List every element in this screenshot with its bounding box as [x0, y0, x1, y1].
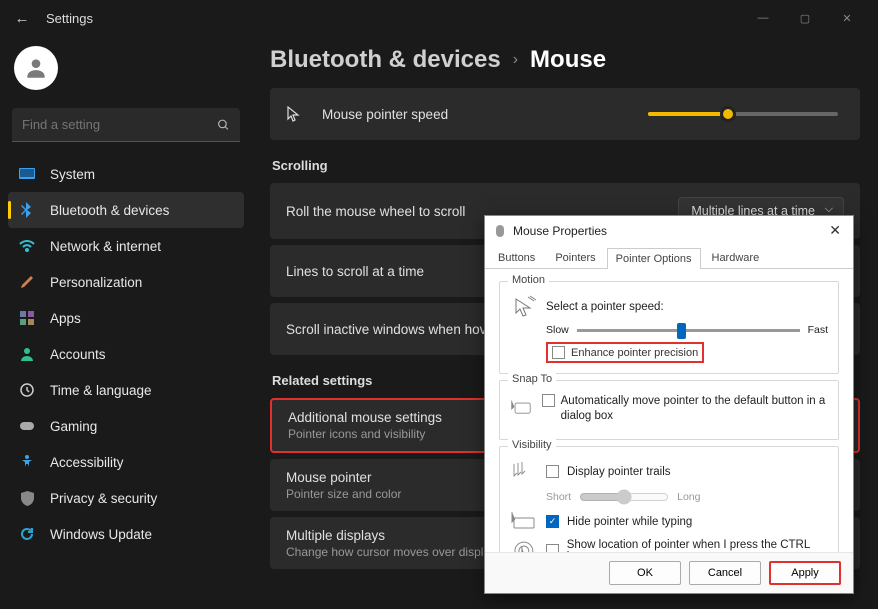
wifi-icon — [18, 237, 36, 255]
dialog-titlebar: Mouse Properties ✕ — [485, 216, 853, 245]
hide-typing-checkbox[interactable]: ✓ — [546, 515, 559, 528]
tab-pointers[interactable]: Pointers — [546, 247, 604, 268]
snap-icon — [510, 397, 534, 421]
profile[interactable] — [8, 42, 244, 104]
enhance-precision-checkbox[interactable] — [552, 346, 565, 359]
avatar — [14, 46, 58, 90]
window-title: Settings — [46, 11, 93, 26]
pointer-speed-card: Mouse pointer speed — [270, 88, 860, 140]
search-box[interactable] — [12, 108, 240, 142]
window-controls: ― ▢ ✕ — [742, 3, 868, 33]
apps-icon — [18, 309, 36, 327]
tab-buttons[interactable]: Buttons — [489, 247, 544, 268]
apply-button[interactable]: Apply — [769, 561, 841, 585]
breadcrumb-parent[interactable]: Bluetooth & devices — [270, 46, 501, 74]
nav-time[interactable]: Time & language — [8, 372, 244, 408]
accessibility-icon — [18, 453, 36, 471]
snap-checkbox[interactable] — [542, 394, 555, 407]
trails-icon — [510, 460, 538, 484]
tab-hardware[interactable]: Hardware — [703, 247, 769, 268]
mouse-icon — [493, 224, 507, 238]
dialog-footer: OK Cancel Apply — [485, 552, 853, 593]
tab-pointer-options[interactable]: Pointer Options — [607, 248, 701, 269]
search-icon — [217, 119, 230, 132]
close-button[interactable]: ✕ — [826, 3, 868, 33]
nav-network[interactable]: Network & internet — [8, 228, 244, 264]
search-input[interactable] — [12, 108, 240, 142]
gamepad-icon — [18, 417, 36, 435]
system-icon — [18, 165, 36, 183]
nav-bluetooth[interactable]: Bluetooth & devices — [8, 192, 244, 228]
nav-privacy[interactable]: Privacy & security — [8, 480, 244, 516]
nav-list: System Bluetooth & devices Network & int… — [8, 156, 244, 552]
dialog-close-button[interactable]: ✕ — [825, 222, 845, 239]
trails-checkbox[interactable] — [546, 465, 559, 478]
titlebar: ← Settings ― ▢ ✕ — [0, 0, 878, 36]
nav-personalization[interactable]: Personalization — [8, 264, 244, 300]
trails-length-slider — [579, 489, 669, 505]
cancel-button[interactable]: Cancel — [689, 561, 761, 585]
person-icon — [18, 345, 36, 363]
section-scrolling: Scrolling — [272, 158, 860, 173]
motion-group: Motion Select a pointer speed: Slow Fast… — [499, 281, 839, 374]
breadcrumb: Bluetooth & devices › Mouse — [270, 46, 860, 74]
breadcrumb-current: Mouse — [530, 46, 606, 74]
ok-button[interactable]: OK — [609, 561, 681, 585]
enhance-precision-highlight: Enhance pointer precision — [546, 342, 704, 363]
cursor-icon — [286, 106, 308, 122]
pointer-speed-slider[interactable] — [648, 112, 838, 116]
bluetooth-icon — [18, 201, 36, 219]
speed-icon — [510, 295, 538, 319]
nav-accounts[interactable]: Accounts — [8, 336, 244, 372]
nav-system[interactable]: System — [8, 156, 244, 192]
sidebar: System Bluetooth & devices Network & int… — [0, 36, 252, 609]
shield-icon — [18, 489, 36, 507]
nav-update[interactable]: Windows Update — [8, 516, 244, 552]
motion-speed-slider[interactable]: Slow Fast — [546, 324, 828, 336]
update-icon — [18, 525, 36, 543]
clock-icon — [18, 381, 36, 399]
chevron-right-icon: › — [513, 51, 518, 69]
nav-accessibility[interactable]: Accessibility — [8, 444, 244, 480]
dialog-title: Mouse Properties — [513, 224, 607, 238]
mouse-properties-dialog: Mouse Properties ✕ Buttons Pointers Poin… — [484, 215, 854, 594]
dialog-tabs: Buttons Pointers Pointer Options Hardwar… — [485, 245, 853, 269]
brush-icon — [18, 273, 36, 291]
nav-apps[interactable]: Apps — [8, 300, 244, 336]
nav-gaming[interactable]: Gaming — [8, 408, 244, 444]
minimize-button[interactable]: ― — [742, 3, 784, 33]
maximize-button[interactable]: ▢ — [784, 3, 826, 33]
back-button[interactable]: ← — [10, 10, 34, 27]
snap-group: Snap To Automatically move pointer to th… — [499, 380, 839, 440]
hide-typing-icon — [510, 510, 538, 534]
